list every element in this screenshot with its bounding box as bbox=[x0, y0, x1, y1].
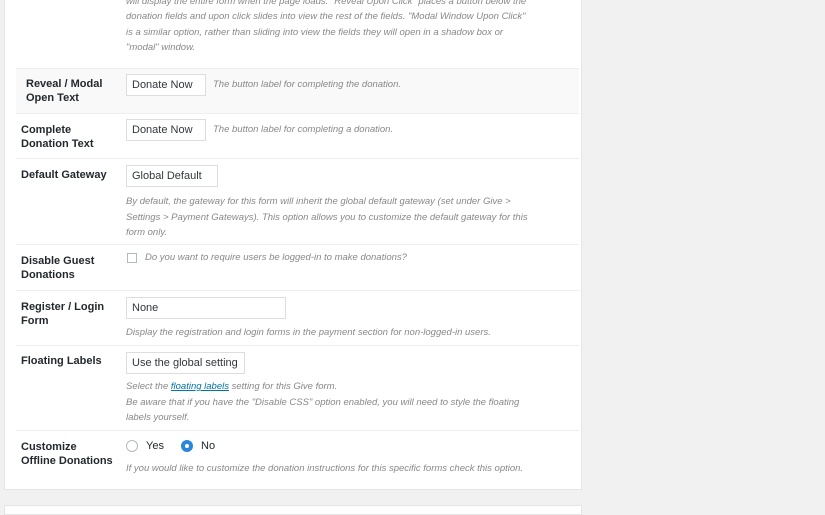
display-style-description: will display the entire form when the pa… bbox=[126, 0, 576, 56]
default-gateway-label: Default Gateway bbox=[21, 169, 107, 181]
disable-guest-description: Do you want to require users be logged-i… bbox=[145, 252, 407, 263]
desc-line: By default, the gateway for this form wi… bbox=[126, 196, 511, 207]
reveal-modal-text-input[interactable]: Donate Now bbox=[126, 74, 206, 96]
disable-guest-checkbox[interactable] bbox=[127, 253, 137, 263]
floating-labels-link[interactable]: floating labels bbox=[171, 381, 229, 392]
display-style-row-tail: will display the entire form when the pa… bbox=[16, 0, 579, 69]
offline-donations-no-radio[interactable] bbox=[181, 440, 193, 452]
register-login-select[interactable]: None bbox=[126, 297, 286, 319]
offline-donations-description: If you would like to customize the donat… bbox=[126, 463, 524, 474]
desc-line: donation fields and upon click slides in… bbox=[126, 11, 526, 23]
floating-labels-label: Floating Labels bbox=[21, 355, 102, 367]
desc-line: Select the floating labels setting for t… bbox=[126, 379, 576, 395]
form-options-panel: will display the entire form when the pa… bbox=[4, 0, 582, 490]
desc-line: Be aware that if you have the "Disable C… bbox=[126, 396, 520, 408]
complete-donation-row: Complete Donation Text Donate Now The bu… bbox=[16, 114, 579, 159]
desc-line: will display the entire form when the pa… bbox=[126, 0, 527, 7]
desc-text: Select the bbox=[126, 381, 171, 392]
reveal-modal-description: The button label for completing the dona… bbox=[213, 79, 402, 90]
complete-donation-text-input[interactable]: Donate Now bbox=[126, 119, 206, 141]
desc-line: labels yourself. bbox=[126, 412, 190, 424]
reveal-modal-row: Reveal / Modal Open Text Donate Now The … bbox=[16, 69, 579, 114]
desc-line: "modal" window. bbox=[126, 42, 196, 54]
floating-labels-description: Select the floating labels setting for t… bbox=[126, 379, 576, 426]
reveal-modal-label: Reveal / Modal Open Text bbox=[26, 77, 116, 105]
label-line: Register / Login bbox=[21, 301, 105, 313]
label-line: Donations bbox=[21, 269, 75, 281]
default-gateway-row: Default Gateway Global Default By defaul… bbox=[16, 159, 579, 245]
offline-donations-no-label[interactable]: No bbox=[201, 439, 215, 453]
register-login-row: Register / Login Form None Display the r… bbox=[16, 291, 579, 346]
label-line: Offline Donations bbox=[21, 455, 113, 467]
complete-donation-label: Complete Donation Text bbox=[21, 123, 121, 151]
label-line: Customize bbox=[21, 441, 77, 453]
register-login-label: Register / Login Form bbox=[21, 300, 121, 328]
default-gateway-select[interactable]: Global Default bbox=[126, 165, 218, 187]
desc-line: Settings > Payment Gateways). This optio… bbox=[126, 211, 528, 223]
disable-guest-label: Disable Guest Donations bbox=[21, 254, 121, 282]
label-line: Open Text bbox=[26, 92, 79, 104]
desc-text: setting for this Give form. bbox=[229, 381, 338, 392]
complete-donation-description: The button label for completing a donati… bbox=[213, 124, 394, 135]
desc-line: is a similar option, rather than sliding… bbox=[126, 26, 504, 38]
disable-guest-row: Disable Guest Donations Do you want to r… bbox=[16, 245, 579, 291]
label-line: Complete bbox=[21, 124, 72, 136]
offline-donations-yes-label[interactable]: Yes bbox=[146, 439, 164, 453]
label-line: Donation Text bbox=[21, 138, 94, 150]
floating-labels-select[interactable]: Use the global setting bbox=[126, 352, 245, 374]
label-line: Disable Guest bbox=[21, 255, 95, 267]
offline-donations-yes-radio[interactable] bbox=[126, 440, 138, 452]
register-login-description: Display the registration and login forms… bbox=[126, 327, 491, 338]
offline-donations-label: Customize Offline Donations bbox=[21, 440, 121, 468]
label-line: Reveal / Modal bbox=[26, 78, 103, 90]
label-line: Form bbox=[21, 315, 49, 327]
offline-donations-row: Customize Offline Donations Yes No If yo… bbox=[16, 431, 579, 481]
floating-labels-row: Floating Labels Use the global setting S… bbox=[16, 346, 579, 431]
default-gateway-description: By default, the gateway for this form wi… bbox=[126, 194, 576, 241]
desc-line: form only. bbox=[126, 227, 168, 239]
next-panel-edge bbox=[4, 505, 582, 515]
